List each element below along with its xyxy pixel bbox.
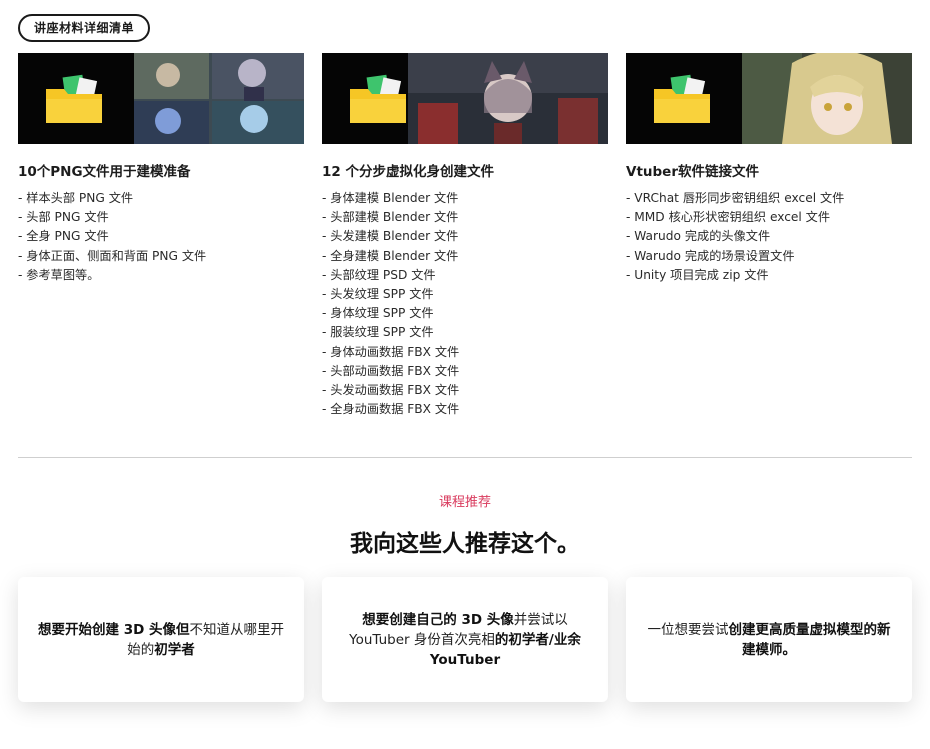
list-item: 身体动画数据 FBX 文件 (322, 343, 608, 362)
banner-image (322, 53, 608, 144)
card-text: 想要创建自己的 3D 头像并尝试以 YouTuber 身份首次亮相的初学者/业余… (349, 611, 581, 668)
folder-icon (350, 74, 406, 123)
column-title: 10个PNG文件用于建模准备 (18, 164, 191, 180)
list-item: 样本头部 PNG 文件 (18, 189, 304, 208)
list-item: 全身建模 Blender 文件 (322, 247, 608, 266)
recommend-card: 想要开始创建 3D 头像但不知道从哪里开始的初学者 (18, 577, 304, 702)
file-list: 样本头部 PNG 文件 头部 PNG 文件 全身 PNG 文件 身体正面、侧面和… (18, 189, 304, 285)
section-eyebrow: 课程推荐 (438, 495, 491, 510)
section-headline: 我向这些人推荐这个。 (350, 531, 580, 557)
list-item: 全身 PNG 文件 (18, 227, 304, 246)
list-item: 头部建模 Blender 文件 (322, 208, 608, 227)
folder-icon (654, 74, 710, 123)
list-item: Unity 项目完成 zip 文件 (626, 266, 912, 285)
file-list: VRChat 唇形同步密钥组织 excel 文件 MMD 核心形状密钥组织 ex… (626, 189, 912, 285)
list-item: 头发动画数据 FBX 文件 (322, 381, 608, 400)
list-item: 身体正面、侧面和背面 PNG 文件 (18, 247, 304, 266)
list-item: MMD 核心形状密钥组织 excel 文件 (626, 208, 912, 227)
avatar-portrait (742, 53, 912, 144)
list-item: 身体纹理 SPP 文件 (322, 304, 608, 323)
folder-icon (46, 74, 102, 123)
banner-image (626, 53, 912, 144)
banner-image (18, 53, 304, 144)
column-title: Vtuber软件链接文件 (626, 164, 759, 180)
card-text: 想要开始创建 3D 头像但不知道从哪里开始的初学者 (38, 621, 284, 658)
file-list: 身体建模 Blender 文件 头部建模 Blender 文件 头发建模 Ble… (322, 189, 608, 419)
list-item: 参考草图等。 (18, 266, 304, 285)
avatar-scene (408, 53, 608, 144)
reference-collage (134, 53, 304, 144)
column-title: 12 个分步虚拟化身创建文件 (322, 164, 494, 180)
list-item: Warudo 完成的场景设置文件 (626, 247, 912, 266)
section-divider (18, 457, 912, 458)
list-item: 服装纹理 SPP 文件 (322, 323, 608, 342)
material-column-blender: 12 个分步虚拟化身创建文件 身体建模 Blender 文件 头部建模 Blen… (322, 53, 608, 419)
list-item: 全身动画数据 FBX 文件 (322, 400, 608, 419)
card-text: 一位想要尝试创建更高质量虚拟模型的新建模师。 (647, 621, 891, 658)
list-item: VRChat 唇形同步密钥组织 excel 文件 (626, 189, 912, 208)
material-column-png: 10个PNG文件用于建模准备 样本头部 PNG 文件 头部 PNG 文件 全身 … (18, 53, 304, 285)
list-item: 身体建模 Blender 文件 (322, 189, 608, 208)
list-item: 头部纹理 PSD 文件 (322, 266, 608, 285)
recommend-card: 一位想要尝试创建更高质量虚拟模型的新建模师。 (626, 577, 912, 702)
list-item: Warudo 完成的头像文件 (626, 227, 912, 246)
list-item: 头发纹理 SPP 文件 (322, 285, 608, 304)
material-column-vtuber: Vtuber软件链接文件 VRChat 唇形同步密钥组织 excel 文件 MM… (626, 53, 912, 285)
list-item: 头部 PNG 文件 (18, 208, 304, 227)
recommend-card: 想要创建自己的 3D 头像并尝试以 YouTuber 身份首次亮相的初学者/业余… (322, 577, 608, 702)
list-item: 头部动画数据 FBX 文件 (322, 362, 608, 381)
list-item: 头发建模 Blender 文件 (322, 227, 608, 246)
section-badge: 讲座材料详细清单 (18, 14, 151, 42)
